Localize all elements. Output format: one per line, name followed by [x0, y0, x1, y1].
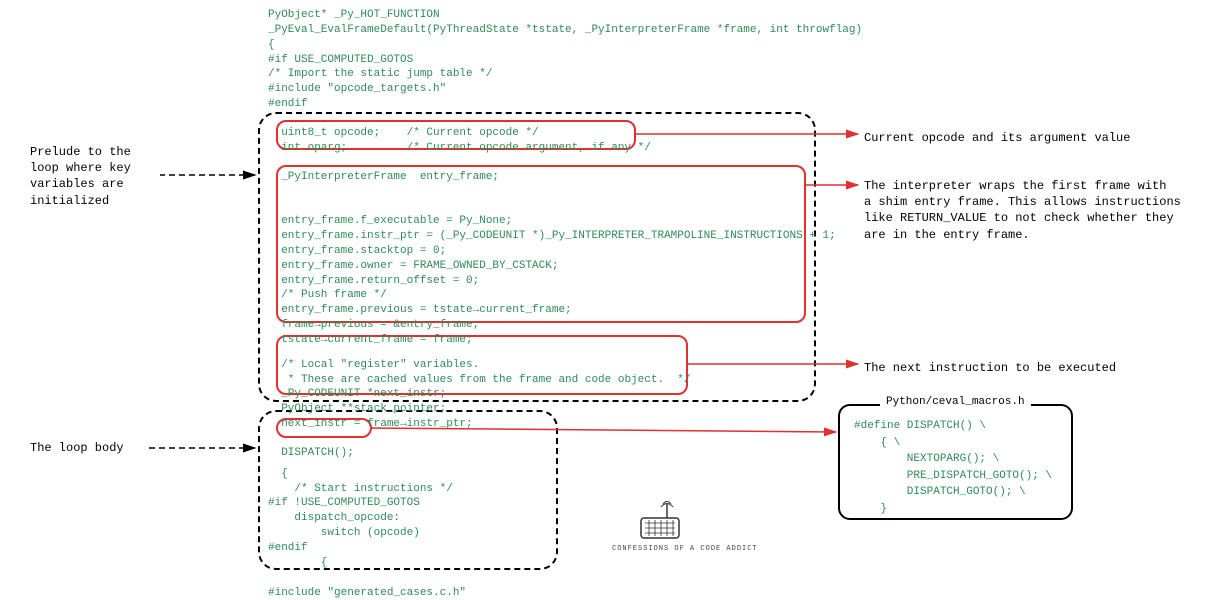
annotation-entry-frame: The interpreter wraps the first frame wi… — [864, 178, 1214, 243]
macro-box-code: #define DISPATCH() \ { \ NEXTOPARG(); \ … — [854, 418, 1052, 517]
code-header: PyObject* _Py_HOT_FUNCTION _PyEval_EvalF… — [268, 8, 813, 112]
macro-box-title: Python/ceval_macros.h — [880, 396, 1031, 408]
footer-caption: CONFESSIONS OF A CODE ADDICT — [612, 545, 758, 553]
annotation-opcode: Current opcode and its argument value — [864, 130, 1214, 146]
annotation-prelude: Prelude to the loop where key variables … — [30, 144, 230, 209]
code-entry-block: _PyInterpreterFrame entry_frame; entry_f… — [268, 170, 813, 348]
code-opcode-block: uint8_t opcode; /* Current opcode */ int… — [268, 126, 813, 156]
source-code-area: PyObject* _Py_HOT_FUNCTION _PyEval_EvalF… — [268, 8, 813, 600]
annotation-loop-body: The loop body — [30, 440, 230, 456]
annotation-next-instr: The next instruction to be executed — [864, 360, 1214, 376]
code-dispatch-call: DISPATCH(); — [268, 446, 813, 461]
keyboard-logo-icon — [637, 498, 683, 544]
code-loop-body: { /* Start instructions */ #if !USE_COMP… — [268, 467, 813, 600]
code-nextinstr-block: /* Local "register" variables. * These a… — [268, 358, 813, 432]
